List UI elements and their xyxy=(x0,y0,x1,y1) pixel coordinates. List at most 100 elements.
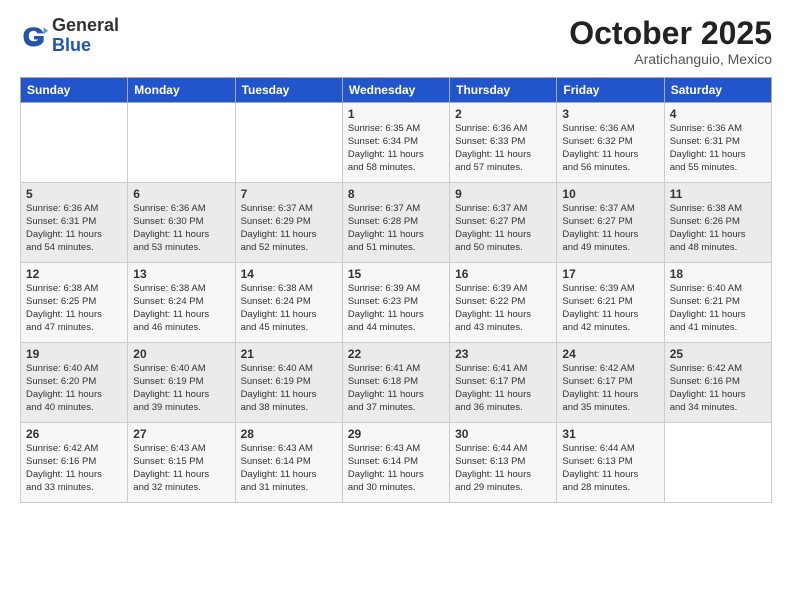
day-number-27: 27 xyxy=(133,427,229,441)
day-info-7: Sunrise: 6:37 AM Sunset: 6:29 PM Dayligh… xyxy=(241,203,337,254)
day-number-6: 6 xyxy=(133,187,229,201)
calendar-cell-2-2: 14Sunrise: 6:38 AM Sunset: 6:24 PM Dayli… xyxy=(235,263,342,343)
calendar-cell-3-0: 19 Sunrise: 6:40 AM Sunset: 6:20 PM Dayli… xyxy=(21,343,128,423)
day-info-21: Sunrise: 6:40 AM Sunset: 6:19 PM Dayligh… xyxy=(241,363,337,414)
calendar-cell-2-1: 13Sunrise: 6:38 AM Sunset: 6:24 PM Dayli… xyxy=(128,263,235,343)
day-number-30: 30 xyxy=(455,427,551,441)
day-info-20: Sunrise: 6:40 AM Sunset: 6:19 PM Dayligh… xyxy=(133,363,229,414)
logo-icon xyxy=(20,22,48,50)
day-info-16: Sunrise: 6:39 AM Sunset: 6:22 PM Dayligh… xyxy=(455,283,551,334)
calendar-cell-3-4: 23Sunrise: 6:41 AM Sunset: 6:17 PM Dayli… xyxy=(450,343,557,423)
day-number-15: 15 xyxy=(348,267,444,281)
day-number-3: 3 xyxy=(562,107,658,121)
calendar-cell-1-1: 6 Sunrise: 6:36 AM Sunset: 6:30 PM Daylig… xyxy=(128,183,235,263)
calendar-cell-4-4: 30 Sunrise: 6:44 AM Sunset: 6:13 PM Dayli… xyxy=(450,423,557,503)
header-wednesday: Wednesday xyxy=(342,78,449,103)
day-number-5: 5 xyxy=(26,187,122,201)
day-info-23: Sunrise: 6:41 AM Sunset: 6:17 PM Dayligh… xyxy=(455,363,551,414)
calendar-cell-0-3: 1 Sunrise: 6:35 AM Sunset: 6:34 PM Daylig… xyxy=(342,103,449,183)
week-row-1: 1 Sunrise: 6:35 AM Sunset: 6:34 PM Daylig… xyxy=(21,103,772,183)
day-number-17: 17 xyxy=(562,267,658,281)
day-info-1: Sunrise: 6:35 AM Sunset: 6:34 PM Dayligh… xyxy=(348,123,444,174)
month-title: October 2025 xyxy=(569,16,772,51)
day-info-22: Sunrise: 6:41 AM Sunset: 6:18 PM Dayligh… xyxy=(348,363,444,414)
calendar-cell-0-4: 2 Sunrise: 6:36 AM Sunset: 6:33 PM Daylig… xyxy=(450,103,557,183)
logo-blue-text: Blue xyxy=(52,36,119,56)
calendar-cell-4-0: 26 Sunrise: 6:42 AM Sunset: 6:16 PM Dayli… xyxy=(21,423,128,503)
day-number-8: 8 xyxy=(348,187,444,201)
calendar-cell-3-5: 24 Sunrise: 6:42 AM Sunset: 6:17 PM Dayli… xyxy=(557,343,664,423)
day-number-29: 29 xyxy=(348,427,444,441)
week-row-2: 5Sunrise: 6:36 AM Sunset: 6:31 PM Daylig… xyxy=(21,183,772,263)
day-number-16: 16 xyxy=(455,267,551,281)
calendar-cell-3-2: 21Sunrise: 6:40 AM Sunset: 6:19 PM Dayli… xyxy=(235,343,342,423)
day-info-28: Sunrise: 6:43 AM Sunset: 6:14 PM Dayligh… xyxy=(241,443,337,494)
day-info-27: Sunrise: 6:43 AM Sunset: 6:15 PM Dayligh… xyxy=(133,443,229,494)
day-info-30: Sunrise: 6:44 AM Sunset: 6:13 PM Dayligh… xyxy=(455,443,551,494)
day-info-19: Sunrise: 6:40 AM Sunset: 6:20 PM Dayligh… xyxy=(26,363,122,414)
calendar-cell-3-6: 25 Sunrise: 6:42 AM Sunset: 6:16 PM Dayli… xyxy=(664,343,771,423)
week-row-5: 26 Sunrise: 6:42 AM Sunset: 6:16 PM Dayli… xyxy=(21,423,772,503)
calendar-cell-0-6: 4Sunrise: 6:36 AM Sunset: 6:31 PM Daylig… xyxy=(664,103,771,183)
day-info-15: Sunrise: 6:39 AM Sunset: 6:23 PM Dayligh… xyxy=(348,283,444,334)
header-friday: Friday xyxy=(557,78,664,103)
calendar-cell-1-6: 11Sunrise: 6:38 AM Sunset: 6:26 PM Dayli… xyxy=(664,183,771,263)
week-row-4: 19 Sunrise: 6:40 AM Sunset: 6:20 PM Dayli… xyxy=(21,343,772,423)
header-saturday: Saturday xyxy=(664,78,771,103)
day-number-31: 31 xyxy=(562,427,658,441)
calendar-cell-4-6 xyxy=(664,423,771,503)
calendar-cell-1-5: 10Sunrise: 6:37 AM Sunset: 6:27 PM Dayli… xyxy=(557,183,664,263)
day-number-9: 9 xyxy=(455,187,551,201)
week-row-3: 12Sunrise: 6:38 AM Sunset: 6:25 PM Dayli… xyxy=(21,263,772,343)
day-info-13: Sunrise: 6:38 AM Sunset: 6:24 PM Dayligh… xyxy=(133,283,229,334)
calendar-cell-1-2: 7 Sunrise: 6:37 AM Sunset: 6:29 PM Daylig… xyxy=(235,183,342,263)
day-number-1: 1 xyxy=(348,107,444,121)
day-info-24: Sunrise: 6:42 AM Sunset: 6:17 PM Dayligh… xyxy=(562,363,658,414)
day-number-25: 25 xyxy=(670,347,766,361)
day-number-7: 7 xyxy=(241,187,337,201)
day-info-17: Sunrise: 6:39 AM Sunset: 6:21 PM Dayligh… xyxy=(562,283,658,334)
calendar-cell-2-0: 12Sunrise: 6:38 AM Sunset: 6:25 PM Dayli… xyxy=(21,263,128,343)
calendar-cell-0-2 xyxy=(235,103,342,183)
day-info-11: Sunrise: 6:38 AM Sunset: 6:26 PM Dayligh… xyxy=(670,203,766,254)
day-number-24: 24 xyxy=(562,347,658,361)
day-number-2: 2 xyxy=(455,107,551,121)
calendar-cell-0-5: 3 Sunrise: 6:36 AM Sunset: 6:32 PM Daylig… xyxy=(557,103,664,183)
day-info-4: Sunrise: 6:36 AM Sunset: 6:31 PM Dayligh… xyxy=(670,123,766,174)
day-number-19: 19 xyxy=(26,347,122,361)
header-monday: Monday xyxy=(128,78,235,103)
day-number-26: 26 xyxy=(26,427,122,441)
location-subtitle: Aratichanguio, Mexico xyxy=(569,51,772,67)
day-info-29: Sunrise: 6:43 AM Sunset: 6:14 PM Dayligh… xyxy=(348,443,444,494)
logo-general-text: General xyxy=(52,16,119,36)
calendar-cell-1-3: 8 Sunrise: 6:37 AM Sunset: 6:28 PM Daylig… xyxy=(342,183,449,263)
day-info-26: Sunrise: 6:42 AM Sunset: 6:16 PM Dayligh… xyxy=(26,443,122,494)
day-info-14: Sunrise: 6:38 AM Sunset: 6:24 PM Dayligh… xyxy=(241,283,337,334)
day-info-6: Sunrise: 6:36 AM Sunset: 6:30 PM Dayligh… xyxy=(133,203,229,254)
logo: General Blue xyxy=(20,16,119,56)
day-number-12: 12 xyxy=(26,267,122,281)
calendar-cell-1-4: 9 Sunrise: 6:37 AM Sunset: 6:27 PM Daylig… xyxy=(450,183,557,263)
day-number-22: 22 xyxy=(348,347,444,361)
day-number-10: 10 xyxy=(562,187,658,201)
day-info-2: Sunrise: 6:36 AM Sunset: 6:33 PM Dayligh… xyxy=(455,123,551,174)
calendar-cell-2-3: 15 Sunrise: 6:39 AM Sunset: 6:23 PM Dayli… xyxy=(342,263,449,343)
day-info-3: Sunrise: 6:36 AM Sunset: 6:32 PM Dayligh… xyxy=(562,123,658,174)
day-number-18: 18 xyxy=(670,267,766,281)
calendar-cell-0-0 xyxy=(21,103,128,183)
calendar-cell-2-5: 17 Sunrise: 6:39 AM Sunset: 6:21 PM Dayli… xyxy=(557,263,664,343)
header-tuesday: Tuesday xyxy=(235,78,342,103)
calendar-cell-4-2: 28Sunrise: 6:43 AM Sunset: 6:14 PM Dayli… xyxy=(235,423,342,503)
day-info-9: Sunrise: 6:37 AM Sunset: 6:27 PM Dayligh… xyxy=(455,203,551,254)
calendar-cell-4-1: 27 Sunrise: 6:43 AM Sunset: 6:15 PM Dayli… xyxy=(128,423,235,503)
day-info-25: Sunrise: 6:42 AM Sunset: 6:16 PM Dayligh… xyxy=(670,363,766,414)
weekday-header-row: Sunday Monday Tuesday Wednesday Thursday… xyxy=(21,78,772,103)
calendar-cell-4-5: 31Sunrise: 6:44 AM Sunset: 6:13 PM Dayli… xyxy=(557,423,664,503)
calendar-cell-0-1 xyxy=(128,103,235,183)
header-sunday: Sunday xyxy=(21,78,128,103)
calendar-cell-2-6: 18Sunrise: 6:40 AM Sunset: 6:21 PM Dayli… xyxy=(664,263,771,343)
day-number-20: 20 xyxy=(133,347,229,361)
day-info-8: Sunrise: 6:37 AM Sunset: 6:28 PM Dayligh… xyxy=(348,203,444,254)
calendar-cell-3-3: 22 Sunrise: 6:41 AM Sunset: 6:18 PM Dayli… xyxy=(342,343,449,423)
header: General Blue October 2025 Aratichanguio,… xyxy=(20,16,772,67)
